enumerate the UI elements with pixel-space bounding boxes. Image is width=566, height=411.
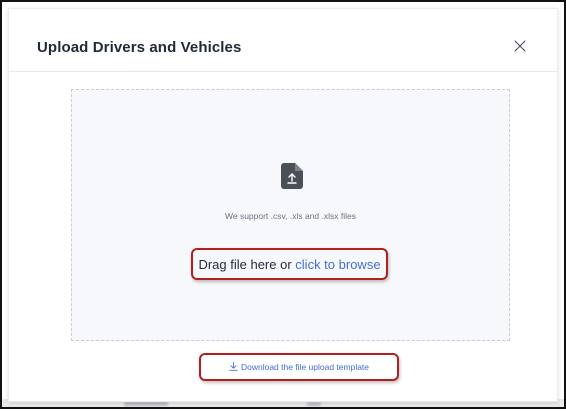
supported-formats-text: We support .csv, .xls and .xlsx files xyxy=(224,211,356,221)
drag-drop-callout: Drag file here or click to browse xyxy=(191,248,388,280)
modal-title: Upload Drivers and Vehicles xyxy=(37,39,242,56)
drag-text: Drag file here or xyxy=(198,257,292,272)
modal-header: Upload Drivers and Vehicles xyxy=(9,9,557,72)
upload-modal: Upload Drivers and Vehicles We support .… xyxy=(8,8,558,402)
file-upload-icon xyxy=(281,163,303,189)
screenshot-frame: Upload Drivers and Vehicles We support .… xyxy=(0,0,566,409)
browse-link[interactable]: click to browse xyxy=(295,257,380,272)
download-template-label: Download the file upload template xyxy=(240,362,370,372)
download-template-callout: Download the file upload template xyxy=(199,353,399,381)
drag-instruction: Drag file here or click to browse xyxy=(193,257,386,272)
background-blur-content xyxy=(307,402,321,406)
download-icon xyxy=(229,362,238,371)
file-dropzone[interactable]: We support .csv, .xls and .xlsx files Dr… xyxy=(71,89,510,341)
close-button[interactable] xyxy=(513,39,531,57)
download-template-link[interactable]: Download the file upload template xyxy=(201,362,397,372)
close-icon xyxy=(514,40,526,52)
